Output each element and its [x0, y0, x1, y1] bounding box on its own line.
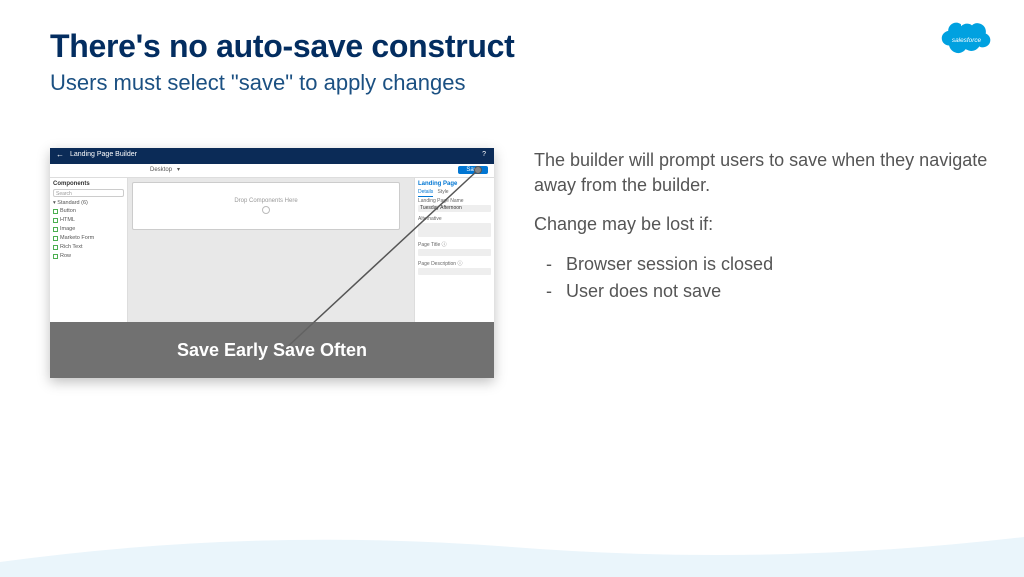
properties-panel: Landing Page Details Style Landing Page … — [414, 178, 494, 322]
component-group[interactable]: ▾ Standard (6) — [53, 200, 124, 206]
component-item[interactable]: HTML — [53, 217, 124, 223]
builder-header: ← Landing Page Builder ? — [50, 148, 494, 164]
slide-title: There's no auto-save construct — [50, 28, 515, 65]
save-button[interactable]: Save — [458, 166, 488, 174]
back-arrow-icon[interactable]: ← — [56, 150, 64, 159]
canvas-placeholder-text: Drop Components Here — [234, 198, 297, 204]
field-label: Alternative — [418, 216, 491, 222]
callout-band: Save Early Save Often — [50, 322, 494, 378]
body-list: Browser session is closed User does not … — [534, 252, 989, 304]
builder-toolbar: Desktop ▾ Save — [50, 164, 494, 178]
search-input[interactable]: Search — [53, 189, 124, 197]
canvas-dropzone[interactable]: Drop Components Here — [132, 182, 400, 230]
body-p1: The builder will prompt users to save wh… — [534, 148, 989, 198]
footer-wave — [0, 522, 1024, 577]
properties-tabs: Details Style — [418, 189, 491, 195]
builder-body: Components Search ▾ Standard (6) Button … — [50, 178, 494, 322]
component-item[interactable]: Row — [53, 253, 124, 259]
pagetitle-input[interactable] — [418, 249, 491, 256]
field-label: Page Description ⓘ — [418, 260, 491, 267]
component-item[interactable]: Rich Text — [53, 244, 124, 250]
name-input[interactable]: Tuesday Afternoon — [418, 205, 491, 212]
alt-input[interactable] — [418, 223, 491, 237]
properties-heading: Landing Page — [418, 181, 491, 187]
slide: There's no auto-save construct Users mus… — [0, 0, 1024, 577]
components-panel: Components Search ▾ Standard (6) Button … — [50, 178, 128, 322]
builder-screenshot: ← Landing Page Builder ? Desktop ▾ Save … — [50, 148, 494, 378]
tab-details[interactable]: Details — [418, 189, 433, 197]
slide-subtitle: Users must select "save" to apply change… — [50, 70, 465, 96]
tab-style[interactable]: Style — [437, 189, 448, 195]
field-label: Page Title ⓘ — [418, 241, 491, 248]
help-icon[interactable]: ? — [482, 151, 486, 158]
list-item: Browser session is closed — [566, 252, 989, 277]
component-item[interactable]: Marketo Form — [53, 235, 124, 241]
svg-text:salesforce: salesforce — [952, 37, 982, 44]
field-label: Landing Page Name — [418, 198, 491, 204]
list-item: User does not save — [566, 279, 989, 304]
component-item[interactable]: Button — [53, 208, 124, 214]
body-text: The builder will prompt users to save wh… — [534, 148, 989, 306]
salesforce-logo: salesforce — [939, 20, 994, 60]
body-p2: Change may be lost if: — [534, 212, 989, 237]
spinner-icon — [262, 206, 270, 214]
device-selector[interactable]: Desktop ▾ — [150, 166, 180, 173]
desc-input[interactable] — [418, 268, 491, 275]
builder-title: Landing Page Builder — [70, 151, 137, 158]
callout-text: Save Early Save Often — [177, 340, 367, 361]
components-heading: Components — [53, 181, 124, 187]
component-item[interactable]: Image — [53, 226, 124, 232]
